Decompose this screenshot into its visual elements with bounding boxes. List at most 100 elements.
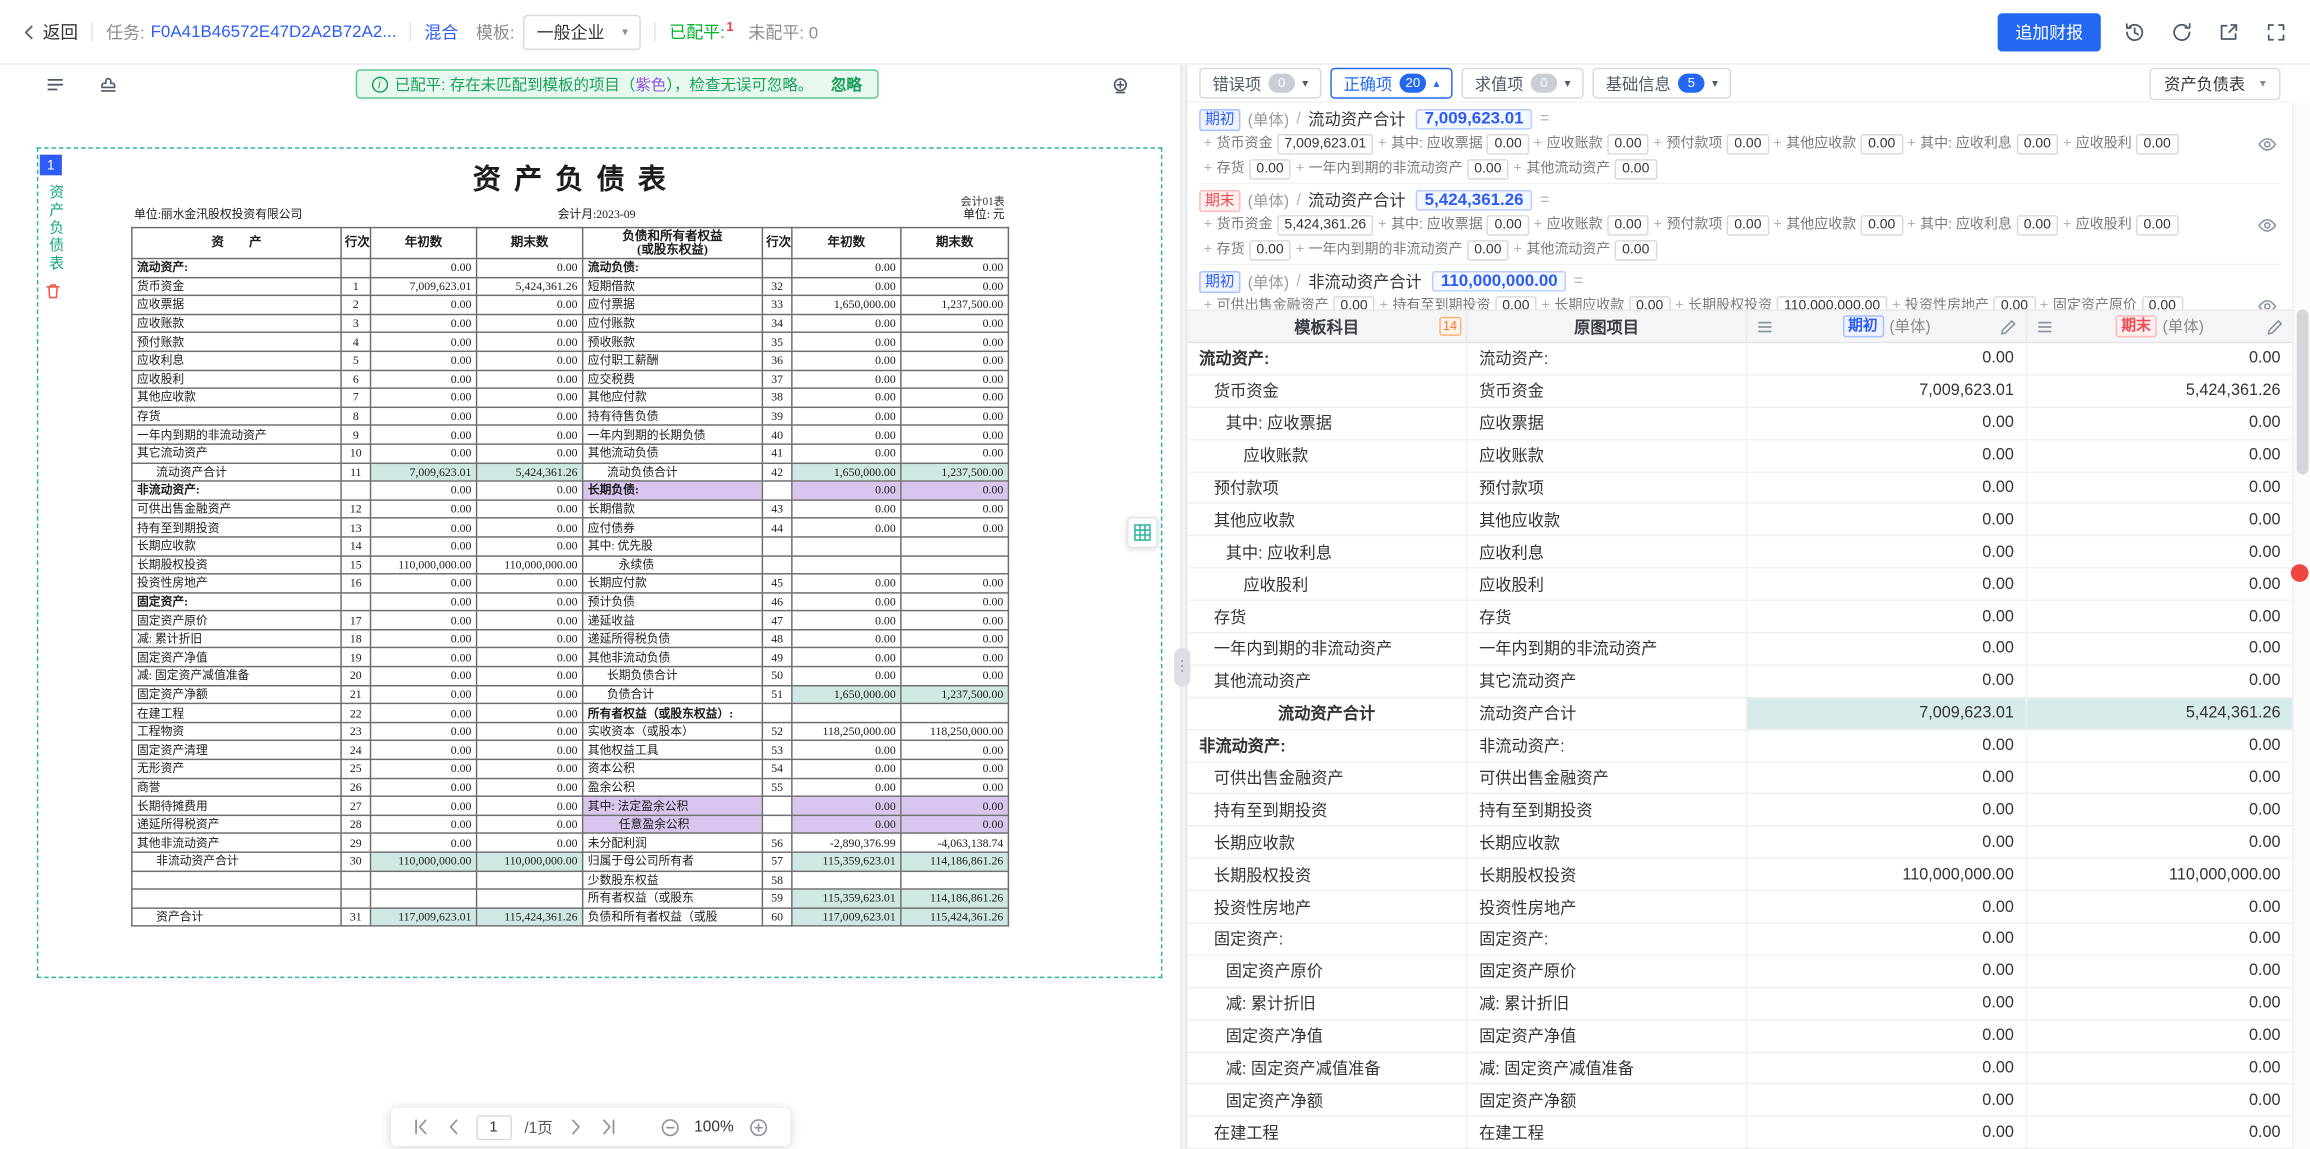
mapping-row[interactable]: 其他应收款 其他应收款 0.00 0.00 [1187, 504, 2292, 536]
filter-button[interactable]: 错误项 0 ▾ [1199, 68, 1321, 99]
end-value-cell[interactable]: 110,000,000.00 [2027, 859, 2292, 890]
task-id-link[interactable]: F0A41B46572E47D2A2B72A2... [151, 23, 397, 41]
begin-value-cell[interactable]: 0.00 [1747, 408, 2027, 439]
item-value[interactable]: 0.00 [2141, 295, 2183, 309]
begin-value-cell[interactable]: 0.00 [1747, 891, 2027, 922]
mapping-row[interactable]: 可供出售金融资产 可供出售金融资产 0.00 0.00 [1187, 762, 2292, 794]
begin-value-cell[interactable]: 0.00 [1747, 472, 2027, 503]
document-page[interactable]: 1 资产负债表 资产负债表 会计01表 单位:丽水金汛股权投资有限公司 会计月:… [37, 147, 1163, 978]
filter-button[interactable]: 求值项 0 ▾ [1461, 68, 1583, 99]
splitter-handle[interactable]: ⋮ [1174, 648, 1190, 686]
begin-value-cell[interactable]: 0.00 [1747, 988, 2027, 1019]
export-icon[interactable] [2216, 18, 2243, 45]
item-value[interactable]: 0.00 [1727, 214, 1769, 235]
mapping-row[interactable]: 预付款项 预付款项 0.00 0.00 [1187, 472, 2292, 504]
begin-value-cell[interactable]: 0.00 [1747, 666, 2027, 697]
template-select[interactable]: 一般企业 ▾ [523, 14, 641, 49]
filter-button[interactable]: 基础信息 5 ▾ [1593, 68, 1732, 99]
end-value-cell[interactable]: 0.00 [2027, 795, 2292, 826]
mapping-row[interactable]: 其中: 应收票据 应收票据 0.00 0.00 [1187, 408, 2292, 440]
alert-dot-badge[interactable] [2291, 564, 2309, 582]
mapping-row[interactable]: 持有至到期投资 持有至到期投资 0.00 0.00 [1187, 795, 2292, 827]
prev-page-icon[interactable] [443, 1117, 462, 1138]
begin-value-cell[interactable]: 0.00 [1747, 1085, 2027, 1116]
next-page-icon[interactable] [566, 1117, 585, 1138]
begin-value-cell[interactable]: 0.00 [1747, 537, 2027, 568]
mapping-row[interactable]: 固定资产净值 固定资产净值 0.00 0.00 [1187, 1020, 2292, 1052]
item-value[interactable]: 7,009,623.01 [1277, 133, 1373, 154]
end-value-cell[interactable]: 0.00 [2027, 762, 2292, 793]
append-report-button[interactable]: 追加财报 [1998, 13, 2101, 51]
item-value[interactable]: 0.00 [1727, 133, 1769, 154]
mapping-row[interactable]: 其中: 应收利息 应收利息 0.00 0.00 [1187, 537, 2292, 569]
mapping-row[interactable]: 非流动资产: 非流动资产: 0.00 0.00 [1187, 730, 2292, 762]
mapping-row[interactable]: 其他流动资产 其它流动资产 0.00 0.00 [1187, 666, 2292, 698]
seal-icon[interactable] [1106, 72, 1133, 99]
mapping-row[interactable]: 在建工程 在建工程 0.00 0.00 [1187, 1117, 2292, 1149]
begin-value-cell[interactable]: 0.00 [1747, 762, 2027, 793]
template-column-header[interactable]: 模板科目 14 [1187, 311, 1467, 342]
end-value-cell[interactable]: 5,424,361.26 [2027, 698, 2292, 729]
item-value[interactable]: 5,424,361.26 [1277, 214, 1373, 235]
item-value[interactable]: 0.00 [1607, 133, 1649, 154]
sheet-select[interactable]: 资产负债表 ▾ [2149, 67, 2280, 99]
end-column-header[interactable]: 期末 (单体) [2027, 311, 2292, 342]
mapping-row[interactable]: 长期应收款 长期应收款 0.00 0.00 [1187, 827, 2292, 859]
column-menu-icon[interactable] [2036, 318, 2054, 336]
vertical-scrollbar[interactable] [2292, 103, 2310, 1149]
back-button[interactable]: 返回 [21, 19, 78, 44]
eye-icon[interactable] [2257, 296, 2278, 309]
last-page-icon[interactable] [598, 1117, 617, 1138]
end-value-cell[interactable]: 0.00 [2027, 504, 2292, 535]
mapping-row[interactable]: 投资性房地产 投资性房地产 0.00 0.00 [1187, 891, 2292, 923]
fullscreen-icon[interactable] [2263, 18, 2290, 45]
end-value-cell[interactable]: 0.00 [2027, 730, 2292, 761]
begin-value-cell[interactable]: 0.00 [1747, 924, 2027, 955]
item-value[interactable]: 0.00 [1249, 239, 1291, 260]
thumbnail-list-icon[interactable] [41, 71, 68, 98]
edit-icon[interactable] [1999, 318, 2017, 336]
begin-value-cell[interactable]: 0.00 [1747, 1053, 2027, 1084]
end-value-cell[interactable]: 0.00 [2027, 408, 2292, 439]
item-value[interactable]: 0.00 [1861, 133, 1903, 154]
end-value-cell[interactable]: 0.00 [2027, 988, 2292, 1019]
begin-value-cell[interactable]: 0.00 [1747, 569, 2027, 600]
begin-value-cell[interactable]: 0.00 [1747, 795, 2027, 826]
item-value[interactable]: 0.00 [1615, 158, 1657, 179]
end-value-cell[interactable]: 0.00 [2027, 924, 2292, 955]
end-value-cell[interactable]: 0.00 [2027, 891, 2292, 922]
end-value-cell[interactable]: 0.00 [2027, 472, 2292, 503]
zoom-out-icon[interactable] [659, 1116, 681, 1138]
column-menu-icon[interactable] [1756, 318, 1774, 336]
begin-value-cell[interactable]: 7,009,623.01 [1747, 375, 2027, 406]
mapping-row[interactable]: 货币资金 货币资金 7,009,623.01 5,424,361.26 [1187, 375, 2292, 407]
mapping-row[interactable]: 应收股利 应收股利 0.00 0.00 [1187, 569, 2292, 601]
end-value-cell[interactable]: 0.00 [2027, 569, 2292, 600]
first-page-icon[interactable] [411, 1117, 430, 1138]
mapping-row[interactable]: 固定资产: 固定资产: 0.00 0.00 [1187, 924, 2292, 956]
refresh-icon[interactable] [2169, 18, 2196, 45]
item-value[interactable]: 0.00 [1249, 158, 1291, 179]
page-input[interactable]: 1 [476, 1114, 511, 1139]
begin-value-cell[interactable]: 0.00 [1747, 601, 2027, 632]
begin-value-cell[interactable]: 0.00 [1747, 1117, 2027, 1148]
mapping-row[interactable]: 减: 累计折旧 减: 累计折旧 0.00 0.00 [1187, 988, 2292, 1020]
eye-icon[interactable] [2257, 215, 2278, 236]
item-value[interactable]: 0.00 [1615, 239, 1657, 260]
item-value[interactable]: 0.00 [1467, 158, 1509, 179]
begin-value-cell[interactable]: 7,009,623.01 [1747, 698, 2027, 729]
table-grid-button[interactable] [1127, 517, 1158, 548]
mapping-row[interactable]: 存货 存货 0.00 0.00 [1187, 601, 2292, 633]
scrollbar-thumb[interactable] [2297, 309, 2309, 474]
mapping-row[interactable]: 固定资产净额 固定资产净额 0.00 0.00 [1187, 1085, 2292, 1117]
item-value[interactable]: 0.00 [2136, 133, 2178, 154]
mapping-row[interactable]: 减: 固定资产减值准备 减: 固定资产减值准备 0.00 0.00 [1187, 1053, 2292, 1085]
begin-value-cell[interactable]: 0.00 [1747, 440, 2027, 471]
item-value[interactable]: 0.00 [1607, 214, 1649, 235]
begin-value-cell[interactable]: 0.00 [1747, 730, 2027, 761]
end-value-cell[interactable]: 0.00 [2027, 601, 2292, 632]
item-value[interactable]: 0.00 [1487, 133, 1529, 154]
begin-column-header[interactable]: 期初 (单体) [1747, 311, 2027, 342]
history-icon[interactable] [2121, 18, 2148, 45]
begin-value-cell[interactable]: 0.00 [1747, 633, 2027, 664]
